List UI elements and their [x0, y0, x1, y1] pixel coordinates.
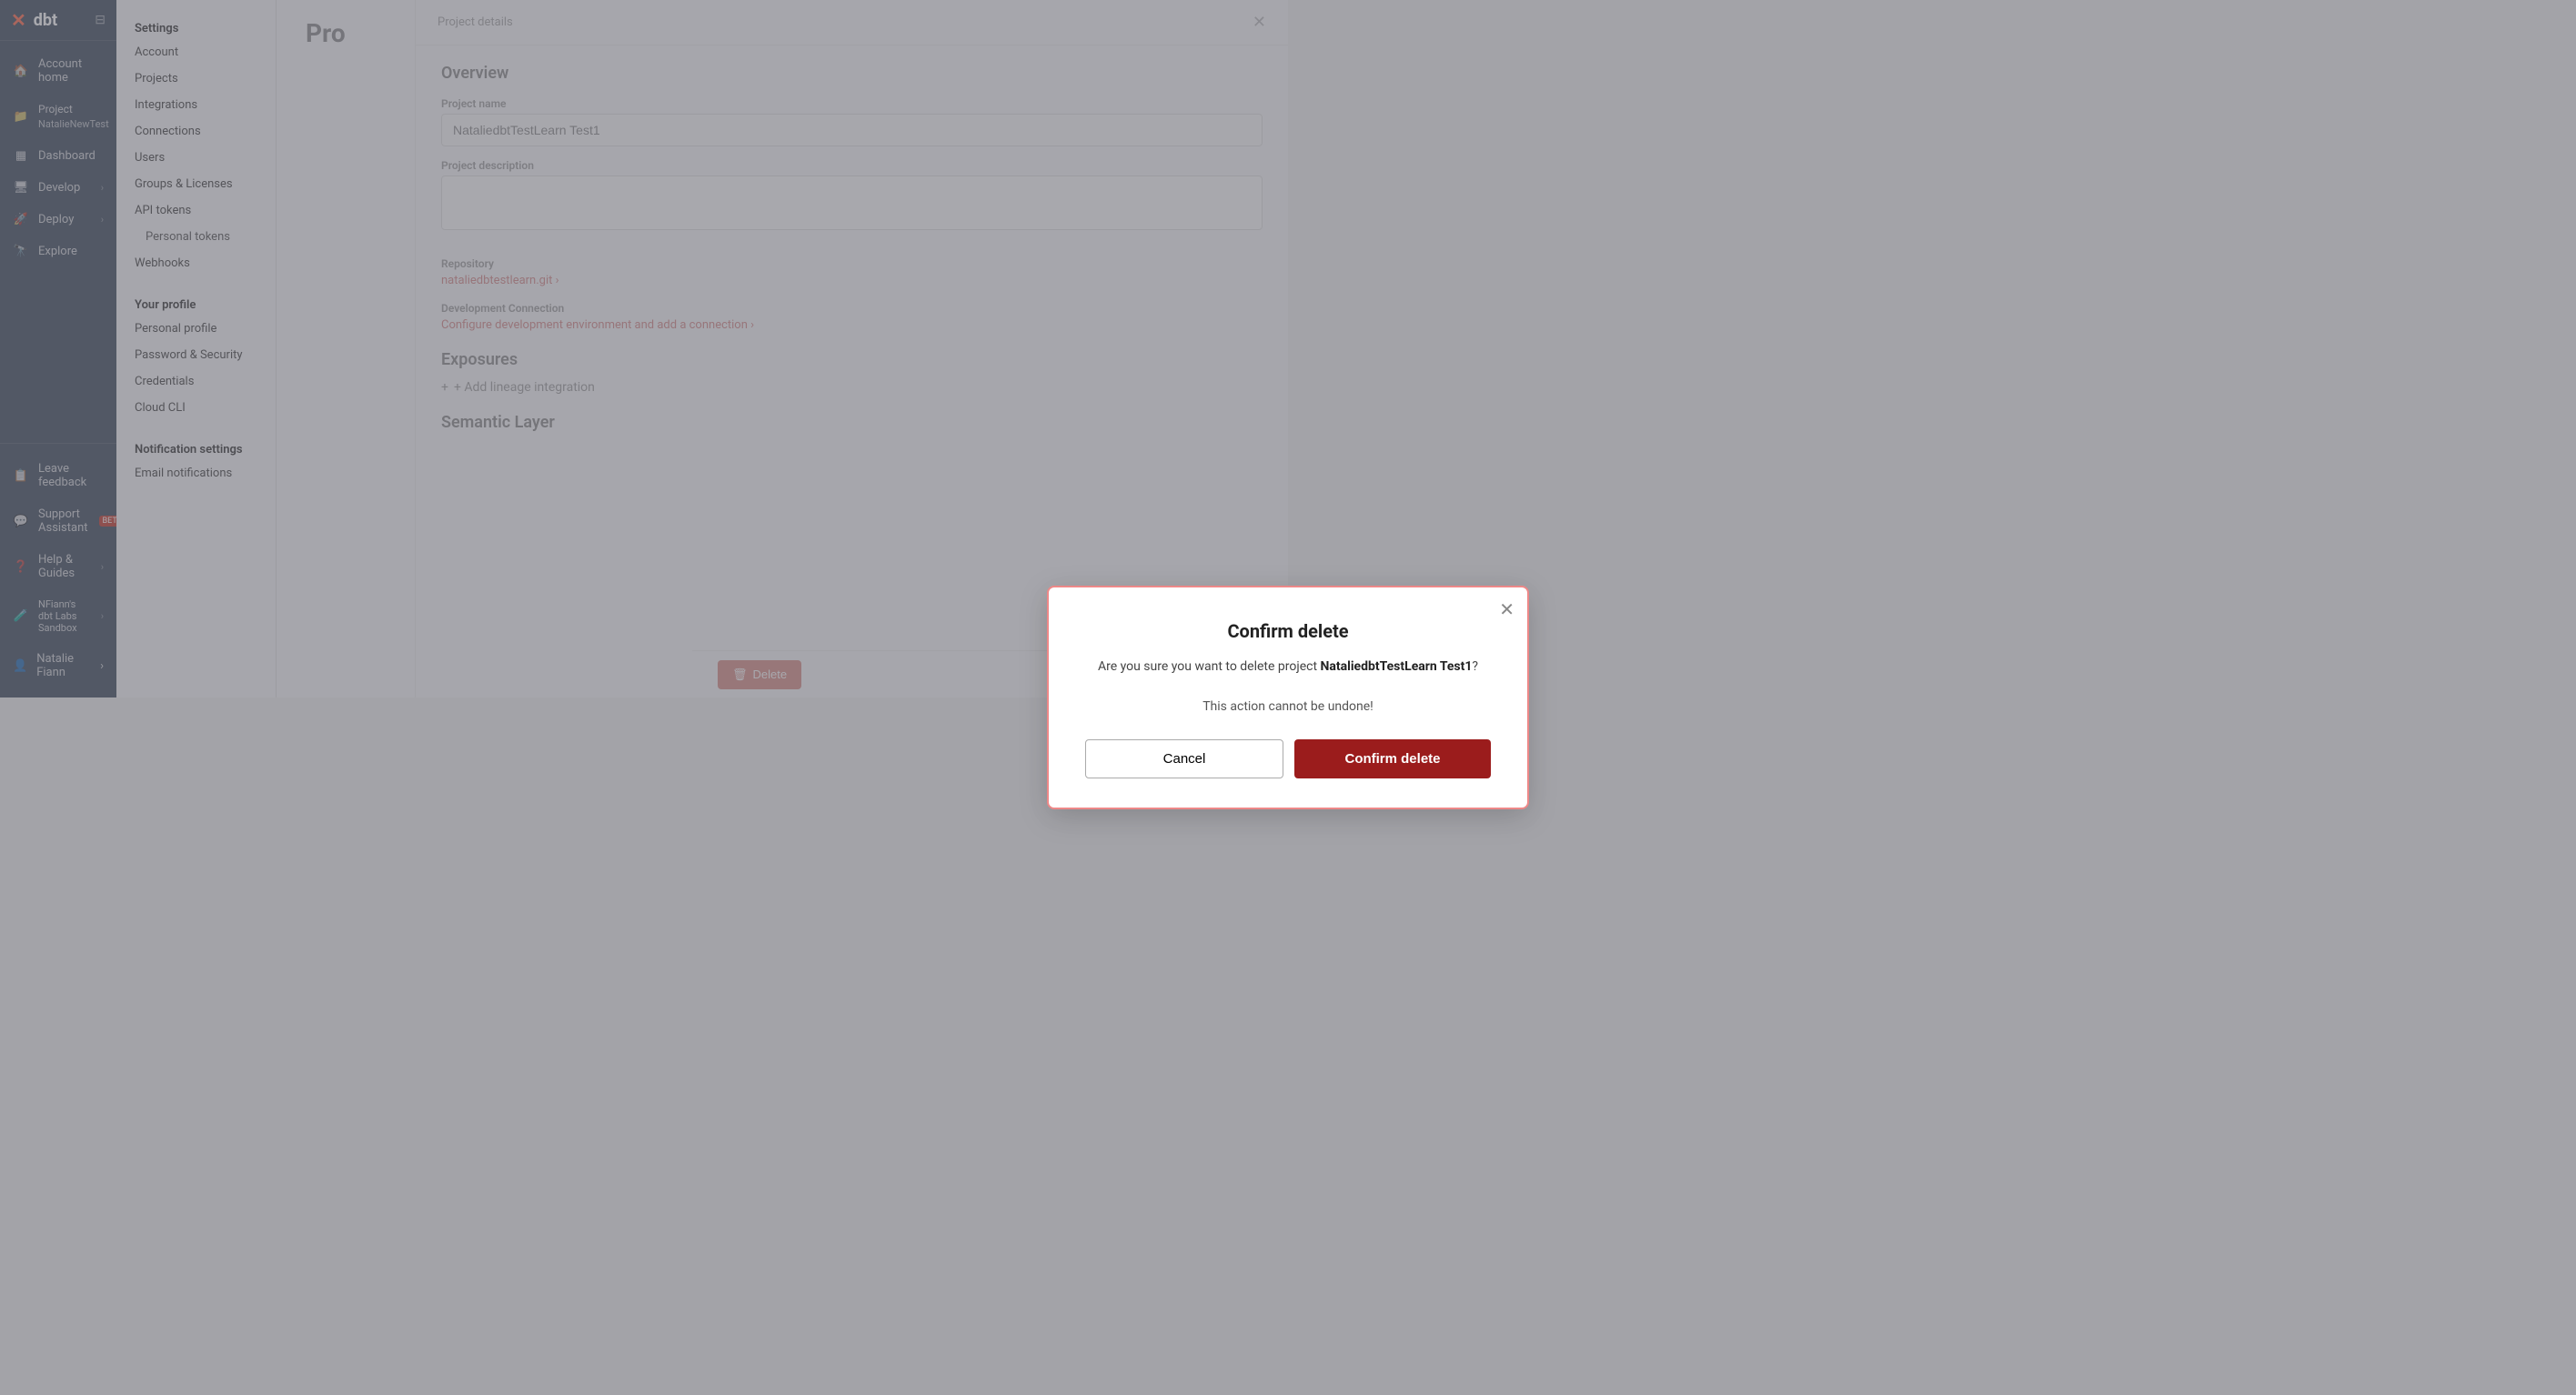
app-root: ✕ dbt ⊟ 🏠 Account home 📁 ProjectNatalieN…: [0, 0, 1288, 698]
confirm-delete-modal: ✕ Confirm delete Are you sure you want t…: [1047, 586, 1288, 698]
main-area: Pro Project details ✕ Overview Project n…: [277, 0, 1288, 698]
modal-title: Confirm delete: [1085, 620, 1288, 642]
modal-overlay: ✕ Confirm delete Are you sure you want t…: [277, 0, 1288, 698]
modal-body-text: Are you sure you want to delete project: [1098, 659, 1288, 674]
modal-body: Are you sure you want to delete project …: [1085, 657, 1288, 677]
